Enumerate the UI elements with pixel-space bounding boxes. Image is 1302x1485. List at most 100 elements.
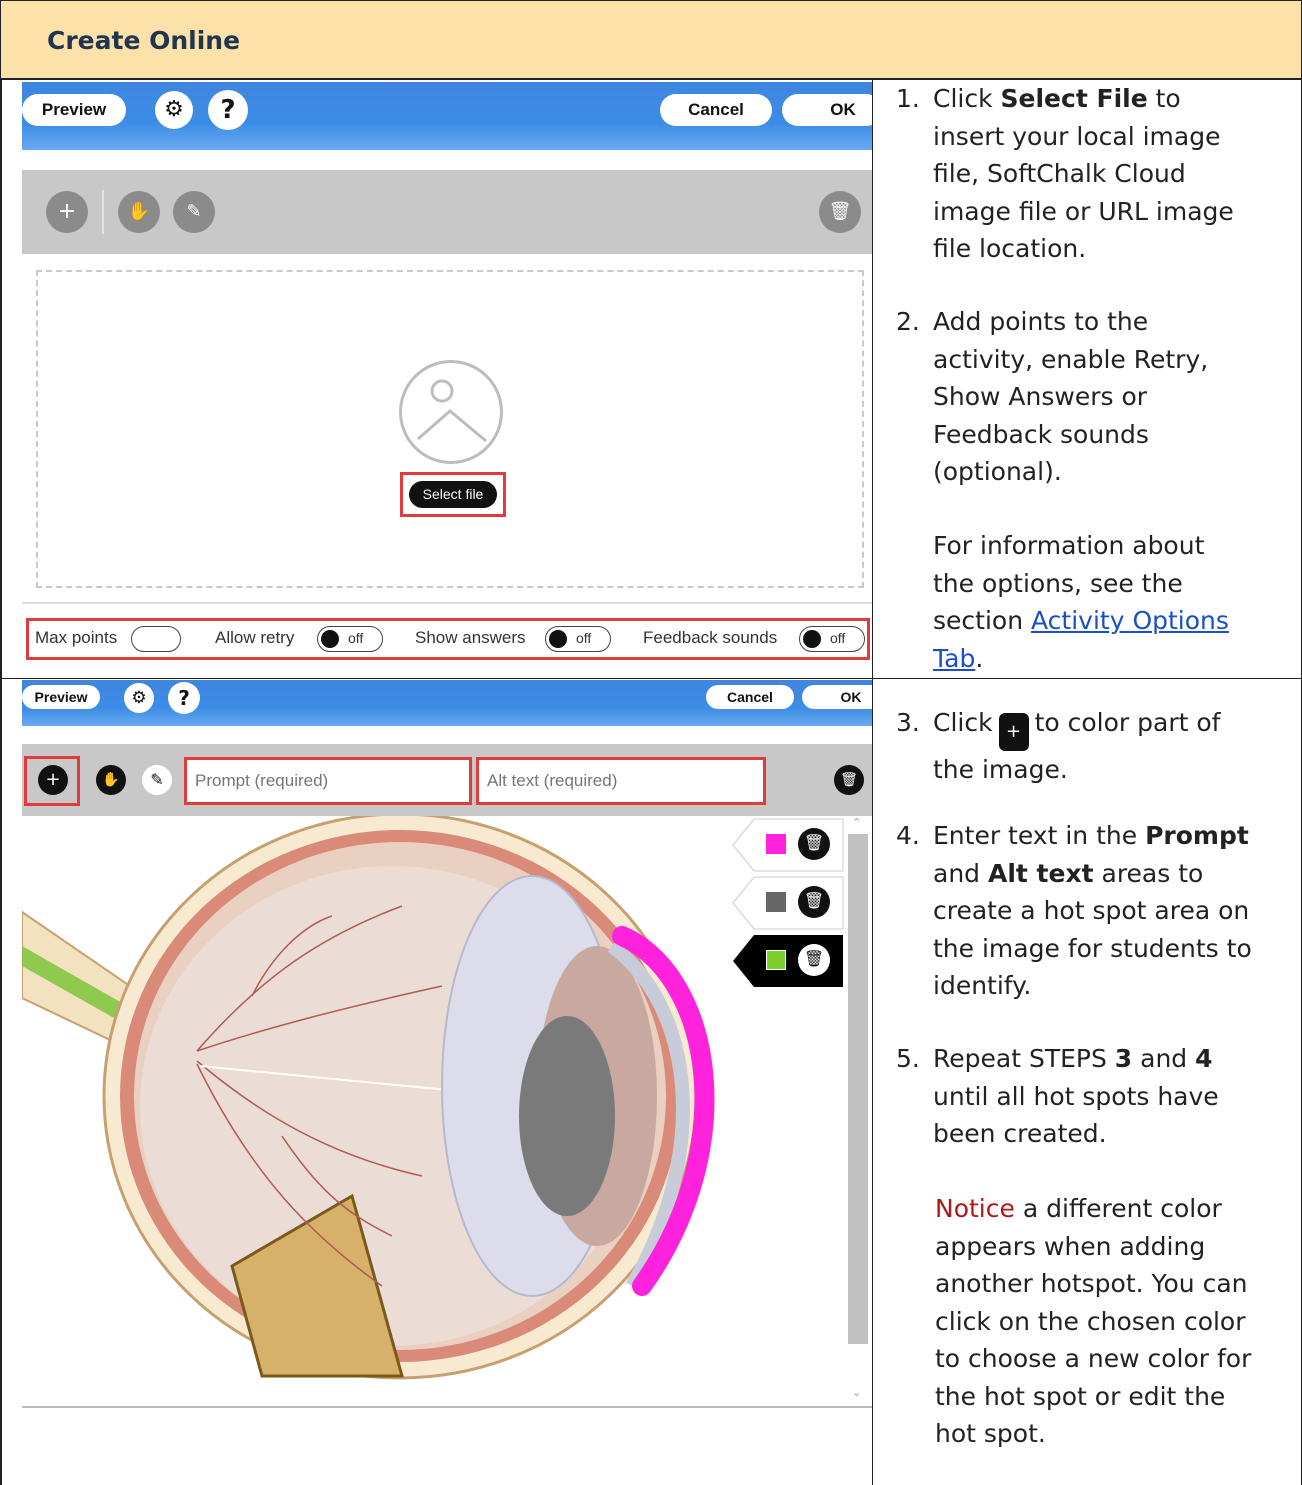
options-highlight: Max points Allow retry off Show answers …	[26, 618, 870, 660]
ok-button[interactable]: OK	[802, 685, 872, 709]
trash-icon[interactable]: 🗑	[798, 828, 830, 860]
hotspot-color-swatch[interactable]	[766, 950, 786, 970]
select-file-button[interactable]: Select file	[409, 481, 497, 508]
text: activity, enable Retry,	[933, 344, 1209, 374]
scrollbar[interactable]: ⌃ ⌄	[846, 816, 868, 1406]
step-1: 1. Click Select File to insert your loca…	[896, 80, 1296, 270]
text: to color part of	[1034, 708, 1221, 737]
toggle-state: off	[576, 630, 592, 646]
feedback-sounds-label: Feedback sounds	[643, 628, 778, 647]
trash-icon[interactable]: 🗑	[798, 886, 830, 918]
text: to	[1147, 84, 1181, 113]
hotspot-tab-1[interactable]: 🗑	[732, 818, 844, 872]
text: the hot spot or edit the	[935, 1381, 1226, 1411]
allow-retry-label: Allow retry	[215, 628, 295, 647]
prompt-input[interactable]	[187, 760, 469, 802]
hand-icon[interactable]: ✋	[118, 191, 160, 233]
row-divider	[0, 678, 1302, 679]
text: the image for students to	[933, 933, 1252, 963]
show-answers-label: Show answers	[415, 628, 526, 647]
step-4: 4. Enter text in the Prompt and Alt text…	[896, 817, 1296, 1007]
hand-icon[interactable]: ✋	[96, 765, 126, 795]
step-number: 5.	[896, 1044, 920, 1073]
text: Repeat STEPS	[933, 1044, 1115, 1073]
toggle-state: off	[830, 630, 846, 646]
add-hotspot-icon[interactable]: +	[38, 765, 68, 795]
text: appears when adding	[935, 1231, 1206, 1261]
text: Feedback sounds	[933, 419, 1149, 449]
text: section	[933, 606, 1031, 635]
trash-icon[interactable]: 🗑	[798, 944, 830, 976]
preview-button[interactable]: Preview	[22, 685, 100, 709]
text: and	[933, 858, 988, 888]
max-points-input[interactable]	[131, 626, 181, 652]
pencil-icon[interactable]: ✎	[173, 191, 215, 233]
editor-screenshot-1: Preview ⚙ ? Cancel OK + ✋ ✎ 🗑 Select fil…	[22, 82, 872, 678]
toggle-knob	[321, 630, 339, 648]
text: create a hot spot area on	[933, 896, 1250, 925]
alt-text-highlight	[476, 757, 766, 805]
text: the image.	[933, 755, 1068, 784]
options-info: For information about the options, see t…	[933, 527, 1293, 677]
text: areas to	[1093, 858, 1204, 888]
step-number: 3.	[896, 708, 920, 737]
hotspot-tab-3-active[interactable]: 🗑	[732, 934, 844, 988]
toggle-state: off	[348, 630, 364, 646]
pencil-icon[interactable]: ✎	[142, 765, 172, 795]
editor-topbar: Preview ⚙ ? Cancel OK	[22, 680, 872, 726]
hotspot-color-swatch[interactable]	[766, 892, 786, 912]
gear-icon[interactable]: ⚙	[155, 91, 193, 129]
step-2: 2. Add points to the activity, enable Re…	[896, 303, 1296, 493]
help-button[interactable]: ?	[168, 682, 200, 714]
text: Click	[933, 84, 1001, 113]
show-answers-toggle[interactable]: off	[545, 626, 611, 652]
alt-text-input[interactable]	[479, 760, 763, 802]
step-4-text: Enter text in the Prompt and Alt text ar…	[933, 817, 1252, 1005]
trash-icon[interactable]: 🗑	[834, 765, 864, 795]
preview-button[interactable]: Preview	[22, 94, 126, 126]
text: until all hot spots have	[933, 1081, 1219, 1111]
column-divider	[872, 80, 873, 1485]
text: For information about	[933, 531, 1205, 560]
activity-options-tab-link[interactable]: Tab	[933, 644, 975, 673]
cancel-button[interactable]: Cancel	[660, 94, 772, 126]
hotspot-tab-2[interactable]: 🗑	[732, 876, 844, 930]
text: insert your local image	[933, 121, 1221, 151]
trash-icon[interactable]: 🗑	[819, 191, 861, 233]
notice-label: Notice	[935, 1194, 1015, 1223]
text: Add points to the	[933, 307, 1149, 336]
add-hotspot-icon[interactable]: +	[46, 191, 88, 233]
text: Show Answers or	[933, 382, 1148, 411]
text: and	[1132, 1044, 1196, 1073]
editor-screenshot-2: Preview ⚙ ? Cancel OK + ✋ ✎ 🗑	[22, 680, 872, 1408]
hotspot-color-swatch[interactable]	[766, 834, 786, 854]
scrollbar-thumb[interactable]	[848, 834, 868, 1344]
text: click on the chosen color	[935, 1306, 1246, 1336]
toggle-knob	[549, 630, 567, 648]
allow-retry-toggle[interactable]: off	[317, 626, 383, 652]
feedback-sounds-toggle[interactable]: off	[799, 626, 865, 652]
text: Enter text in the	[933, 821, 1146, 850]
emphasis: Prompt	[1145, 821, 1249, 850]
help-button[interactable]: ?	[208, 90, 248, 130]
emphasis: Select File	[1000, 84, 1148, 113]
image-placeholder-icon	[399, 360, 503, 464]
activity-options-bar: Max points Allow retry off Show answers …	[22, 602, 872, 678]
activity-options-link[interactable]: Activity Options	[1031, 606, 1229, 635]
select-file-highlight: Select file	[400, 472, 506, 517]
ok-button[interactable]: OK	[782, 94, 872, 126]
image-drop-area[interactable]: Select file	[36, 270, 864, 588]
step-number: 2.	[896, 307, 920, 336]
toggle-knob	[803, 630, 821, 648]
text: file location.	[933, 234, 1087, 263]
scroll-up-icon[interactable]: ⌃	[852, 816, 861, 829]
text: been created.	[933, 1119, 1107, 1148]
eye-anatomy-image	[22, 816, 715, 1380]
notice-text: Notice a different color appears when ad…	[935, 1190, 1297, 1460]
section-header: Create Online	[0, 0, 1302, 80]
scroll-down-icon[interactable]: ⌄	[852, 1386, 861, 1399]
gear-icon[interactable]: ⚙	[124, 683, 154, 713]
editor-toolbar: + ✋ ✎ 🗑	[22, 170, 872, 254]
cancel-button[interactable]: Cancel	[706, 685, 794, 709]
hotspot-image-area[interactable]: 🗑 🗑 🗑 ⌃ ⌄	[22, 816, 872, 1406]
